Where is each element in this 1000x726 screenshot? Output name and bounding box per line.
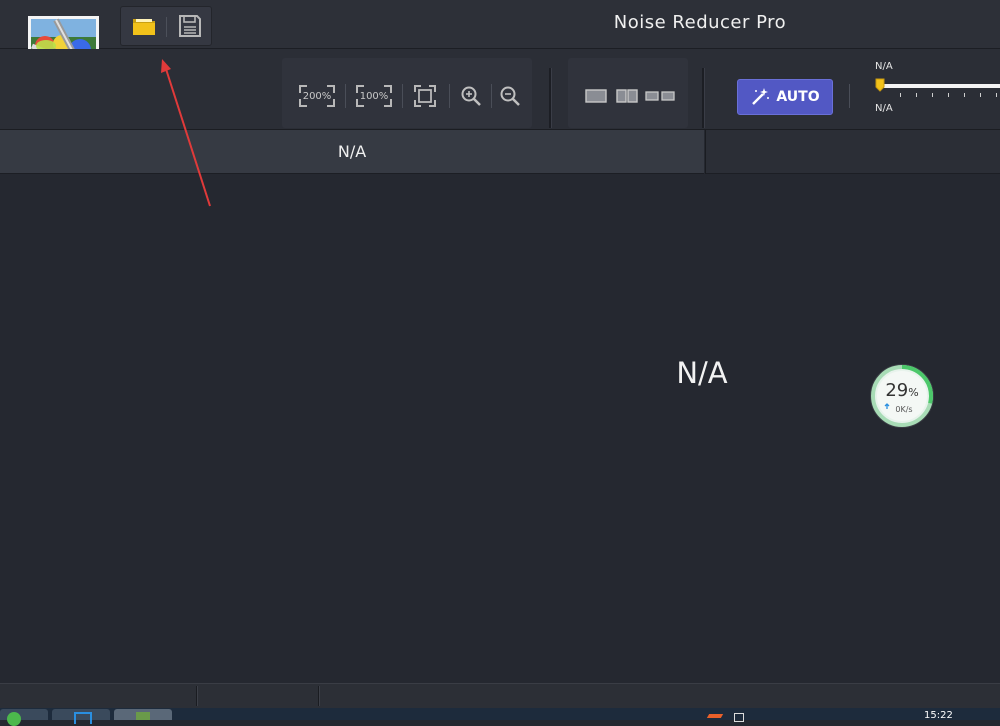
fit-screen-icon [414,85,436,107]
open-folder-icon [133,19,155,35]
strength-slider[interactable] [878,84,1000,88]
slider-thumb[interactable] [875,78,885,92]
slider-tick [980,93,981,97]
progress-gauge: 29% 0K/s [868,362,936,430]
toolbar-separator [402,84,403,108]
toolbar-separator [849,84,850,108]
zoom-in-icon [461,86,481,106]
zoom-out-icon [500,86,520,106]
status-bar [0,683,1000,709]
compare-view-button[interactable] [644,82,676,110]
settings-panel-header [705,130,1000,174]
auto-button[interactable]: AUTO [737,79,833,115]
toolbar-divider [702,68,705,128]
slider-tick [900,93,901,97]
toolbar-separator [345,84,346,108]
split-view-icon [616,89,638,103]
explorer-icon [74,712,92,724]
start-orb-icon [7,712,21,726]
image-canvas [0,174,1000,682]
upload-speed: 0K/s [895,405,912,414]
open-button[interactable] [129,11,159,41]
single-view-icon [585,89,607,103]
progress-percent-value: 29 [885,380,908,401]
taskbar-app-explorer[interactable] [52,709,110,724]
image-panel-title: N/A [337,142,367,161]
taskbar-start-button[interactable] [0,709,48,726]
auto-button-label: AUTO [776,89,820,105]
annotation-arrow [161,59,211,207]
network-icon[interactable] [734,713,744,722]
slider-tick [916,93,917,97]
file-toolbar [120,6,212,46]
toolbar-separator [491,84,492,108]
taskbar-app-noise-reducer[interactable] [114,709,172,720]
app-title: Noise Reducer Pro [613,12,787,33]
zoom-in-button[interactable] [458,82,484,110]
toolbar-divider [549,68,552,128]
save-button[interactable] [175,11,205,41]
slider-tick [932,93,933,97]
slider-top-label: N/A [875,61,893,72]
toolbar-separator [449,84,450,108]
slider-tick [964,93,965,97]
zoom-100-button[interactable]: 100% [355,82,393,110]
compare-view-icon [645,91,675,101]
slider-tick [948,93,949,97]
single-view-button[interactable] [584,82,608,110]
app-logo-icon [136,712,150,720]
taskbar-clock[interactable]: 15:22 [924,710,953,721]
status-separator [196,686,198,706]
slider-tick [996,93,997,97]
zoom-200-button[interactable]: 200% [298,82,336,110]
split-view-button[interactable] [615,82,639,110]
status-separator [318,686,320,706]
fit-screen-button[interactable] [412,82,438,110]
slider-bottom-label: N/A [875,103,893,114]
progress-percent-sign: % [908,386,918,399]
magic-wand-icon [752,88,770,105]
canvas-placeholder-text: N/A [676,356,728,390]
zoom-out-button[interactable] [497,82,523,110]
toolbar-separator [166,17,167,37]
tray-icon[interactable] [706,714,724,718]
save-icon [179,15,201,37]
